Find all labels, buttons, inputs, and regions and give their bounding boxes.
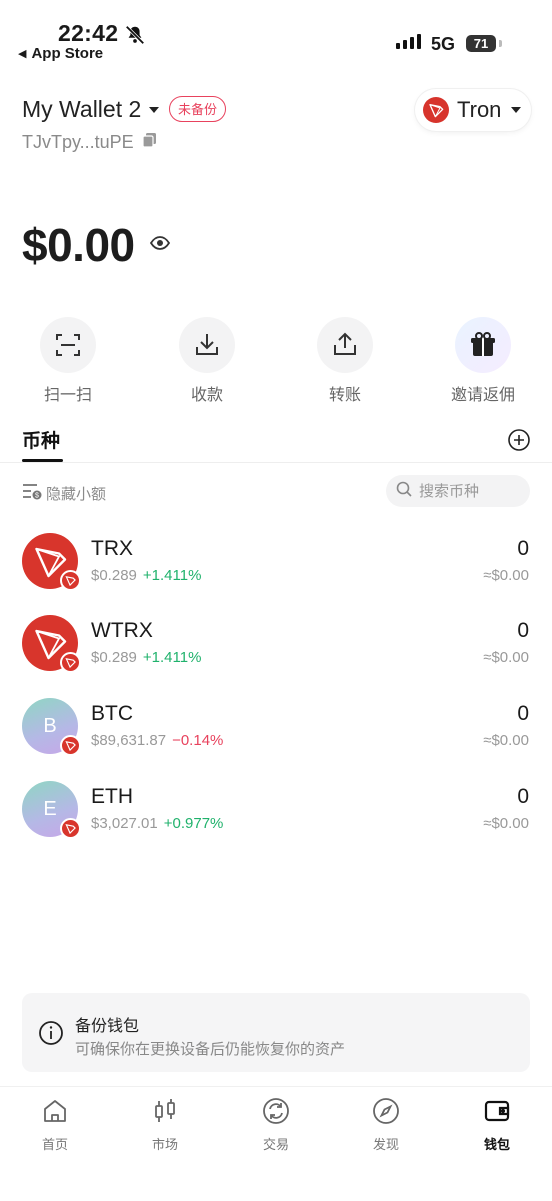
wallet-name: My Wallet 2 bbox=[22, 96, 142, 122]
token-price: $0.289 bbox=[91, 567, 137, 584]
tron-chain-badge-icon bbox=[60, 570, 81, 591]
invite-rebate-action[interactable]: 邀请返佣 bbox=[438, 317, 528, 405]
token-symbol: BTC bbox=[91, 702, 133, 725]
search-icon bbox=[396, 481, 412, 502]
chain-selector-button[interactable]: Tron bbox=[415, 89, 531, 131]
receive-icon bbox=[179, 317, 235, 373]
token-change: +1.411% bbox=[142, 567, 202, 584]
scan-label: 扫一扫 bbox=[43, 387, 92, 404]
scan-action[interactable]: 扫一扫 bbox=[23, 317, 113, 405]
nav-discover-label: 发现 bbox=[372, 1137, 399, 1152]
token-amount: 0 bbox=[517, 785, 529, 808]
eye-icon[interactable] bbox=[149, 235, 171, 256]
svg-text:$: $ bbox=[35, 493, 39, 500]
wallet-address-row[interactable]: TJvTpy...tuPE bbox=[22, 132, 158, 153]
send-icon bbox=[317, 317, 373, 373]
tron-chain-badge-icon bbox=[60, 735, 81, 756]
token-price-row: $89,631.87 −0.14% bbox=[91, 732, 223, 749]
send-action[interactable]: 转账 bbox=[300, 317, 390, 405]
tab-divider bbox=[0, 462, 552, 463]
swap-icon bbox=[262, 1097, 290, 1130]
nav-trade[interactable]: 交易 bbox=[236, 1097, 316, 1153]
backup-card-description: 可确保你在更换设备后仍能恢复你的资产 bbox=[75, 1041, 346, 1058]
scan-icon bbox=[40, 317, 96, 373]
back-label: App Store bbox=[31, 45, 104, 62]
wallet-icon bbox=[483, 1097, 511, 1130]
add-token-icon[interactable] bbox=[507, 428, 531, 457]
tab-coins[interactable]: 币种 bbox=[22, 426, 60, 453]
compass-icon bbox=[372, 1097, 400, 1130]
backup-wallet-card[interactable]: 备份钱包 可确保你在更换设备后仍能恢复你的资产 bbox=[22, 993, 530, 1072]
token-amount: 0 bbox=[517, 537, 529, 560]
back-arrow-icon: ◀ bbox=[18, 48, 27, 60]
hide-small-toggle[interactable]: $ 隐藏小额 bbox=[22, 482, 106, 504]
token-amount: 0 bbox=[517, 619, 529, 642]
token-symbol: WTRX bbox=[91, 619, 153, 642]
nav-wallet[interactable]: 钱包 bbox=[457, 1097, 537, 1153]
receive-label: 收款 bbox=[190, 387, 223, 404]
token-price-row: $3,027.01 +0.977% bbox=[91, 815, 223, 832]
total-balance: $0.00 bbox=[22, 219, 135, 271]
token-value: ≈$0.00 bbox=[483, 567, 529, 584]
nav-home-label: 首页 bbox=[41, 1137, 68, 1152]
wallet-selector[interactable]: My Wallet 2 bbox=[22, 96, 160, 123]
copy-icon[interactable] bbox=[142, 132, 158, 153]
status-time: 22:42 bbox=[58, 20, 119, 46]
token-value: ≈$0.00 bbox=[483, 649, 529, 666]
token-price-row: $0.289 +1.411% bbox=[91, 567, 201, 584]
chain-name: Tron bbox=[457, 97, 502, 122]
token-change: +1.411% bbox=[142, 649, 202, 666]
token-row-btc[interactable]: B BTC $89,631.87 −0.14% 0 ≈$0.00 bbox=[0, 698, 552, 780]
tron-logo-icon bbox=[423, 97, 449, 123]
token-amount: 0 bbox=[517, 702, 529, 725]
gift-icon bbox=[455, 317, 511, 373]
nav-wallet-label: 钱包 bbox=[483, 1137, 510, 1152]
battery-icon: 71 bbox=[466, 35, 496, 52]
tron-chain-badge-icon bbox=[60, 652, 81, 673]
token-price-row: $0.289 +1.411% bbox=[91, 649, 201, 666]
network-type: 5G bbox=[431, 34, 456, 54]
token-price: $0.289 bbox=[91, 649, 137, 666]
backup-card-title: 备份钱包 bbox=[75, 1018, 140, 1035]
receive-action[interactable]: 收款 bbox=[162, 317, 252, 405]
nav-market[interactable]: 市场 bbox=[125, 1097, 205, 1153]
search-input[interactable] bbox=[417, 481, 521, 501]
battery-tip bbox=[499, 40, 502, 47]
token-change: +0.977% bbox=[163, 815, 224, 832]
hide-small-label: 隐藏小额 bbox=[46, 485, 107, 503]
token-price: $3,027.01 bbox=[91, 815, 158, 832]
send-label: 转账 bbox=[328, 387, 361, 404]
nav-home[interactable]: 首页 bbox=[15, 1097, 95, 1153]
bell-muted-icon bbox=[124, 24, 146, 51]
token-row-wtrx[interactable]: WTRX $0.289 +1.411% 0 ≈$0.00 bbox=[0, 615, 552, 697]
token-value: ≈$0.00 bbox=[483, 732, 529, 749]
nav-market-label: 市场 bbox=[151, 1137, 178, 1152]
token-symbol: ETH bbox=[91, 785, 133, 808]
token-search[interactable] bbox=[386, 475, 530, 507]
nav-discover[interactable]: 发现 bbox=[346, 1097, 426, 1153]
nav-trade-label: 交易 bbox=[262, 1137, 289, 1152]
invite-rebate-label: 邀请返佣 bbox=[450, 387, 515, 404]
token-row-eth[interactable]: E ETH $3,027.01 +0.977% 0 ≈$0.00 bbox=[0, 781, 552, 863]
token-value: ≈$0.00 bbox=[483, 815, 529, 832]
home-icon bbox=[41, 1097, 69, 1130]
caret-down-icon bbox=[511, 107, 522, 113]
hide-small-icon: $ bbox=[22, 482, 42, 504]
token-change: −0.14% bbox=[172, 732, 224, 749]
market-icon bbox=[151, 1097, 179, 1130]
wallet-address: TJvTpy...tuPE bbox=[22, 132, 134, 152]
caret-down-icon bbox=[149, 106, 160, 113]
backup-status-badge[interactable]: 未备份 bbox=[169, 96, 227, 122]
token-symbol: TRX bbox=[91, 537, 133, 560]
back-to-app-store[interactable]: ◀ App Store bbox=[18, 45, 103, 62]
bottom-nav: 首页 市场 交易 发现 钱包 bbox=[0, 1086, 552, 1201]
signal-icon bbox=[396, 34, 421, 49]
tron-chain-badge-icon bbox=[60, 818, 81, 839]
token-price: $89,631.87 bbox=[91, 732, 167, 749]
token-row-trx[interactable]: TRX $0.289 +1.411% 0 ≈$0.00 bbox=[0, 533, 552, 615]
info-icon bbox=[38, 1020, 64, 1051]
